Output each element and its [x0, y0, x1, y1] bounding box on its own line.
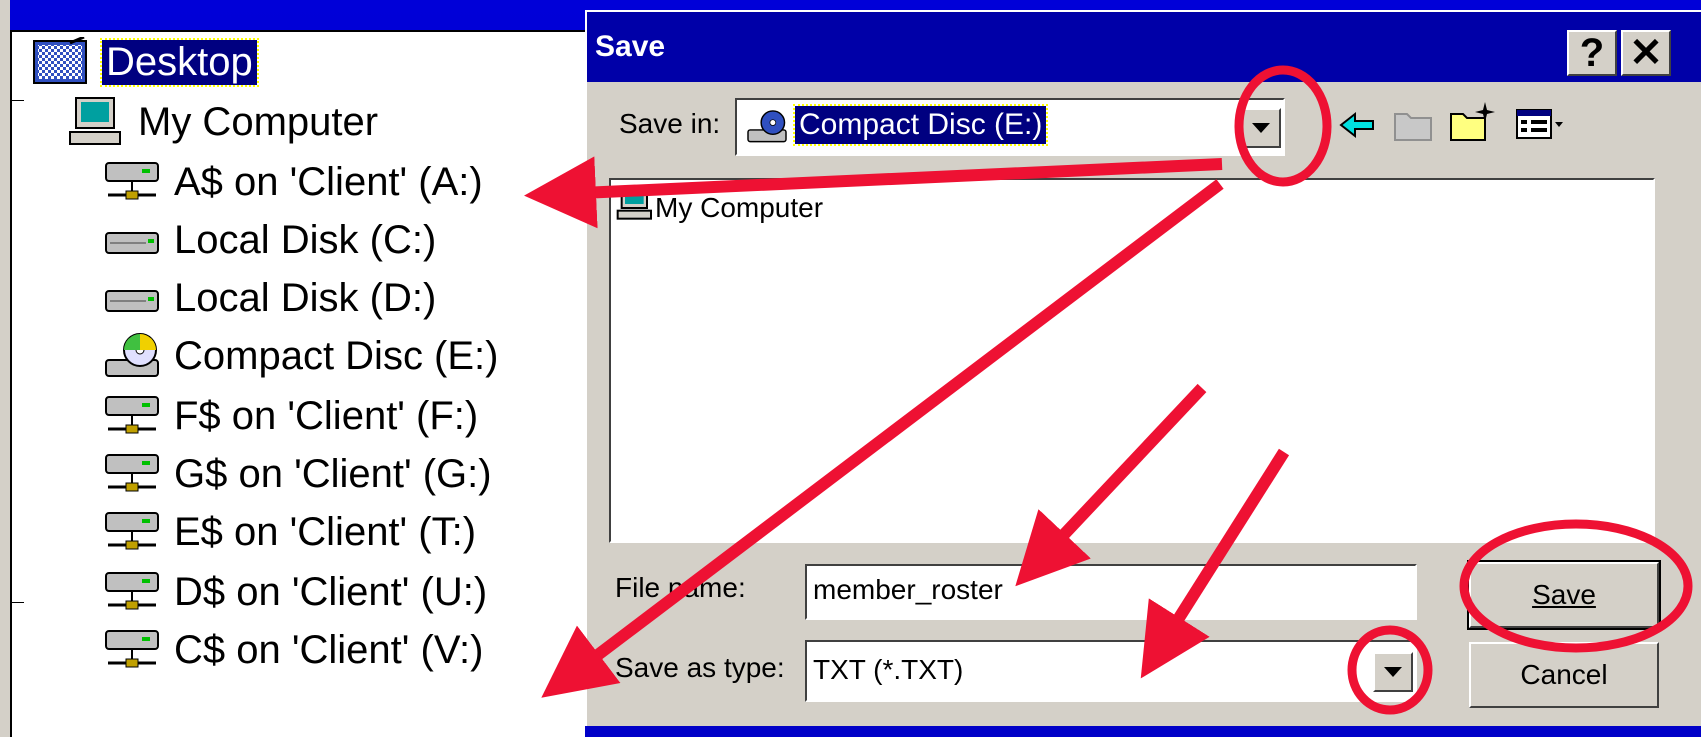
tree-item-label: A$ on 'Client' (A:) — [174, 159, 483, 204]
bottom-strip — [585, 726, 1701, 737]
cancel-button[interactable]: Cancel — [1469, 642, 1659, 708]
tree-item-label: Local Disk (C:) — [174, 217, 437, 262]
divider — [12, 100, 24, 101]
save-in-value: Compact Disc (E:) — [792, 104, 1049, 146]
tree-item-label: My Computer — [138, 99, 379, 144]
network-drive-icon — [100, 390, 164, 442]
cd-drive-icon — [745, 108, 789, 151]
tree-item-label: Local Disk (D:) — [174, 275, 437, 320]
local-disk-icon — [100, 272, 164, 324]
tree-item-label: C$ on 'Client' (V:) — [174, 627, 484, 672]
tree-item-label: F$ on 'Client' (F:) — [174, 393, 479, 438]
tree-item-a-drive[interactable]: A$ on 'Client' (A:) — [100, 154, 483, 210]
network-drive-icon — [100, 448, 164, 500]
cd-drive-icon — [100, 330, 164, 382]
tree-item-desktop[interactable]: Desktop — [28, 34, 259, 90]
tree-item-g-drive[interactable]: G$ on 'Client' (G:) — [100, 446, 492, 502]
network-drive-icon — [100, 566, 164, 618]
save-in-dropdown-button[interactable] — [1241, 108, 1281, 148]
close-icon: ✕ — [1629, 31, 1663, 75]
save-as-type-value: TXT (*.TXT) — [813, 654, 964, 685]
file-list[interactable]: My Computer — [609, 178, 1655, 543]
save-button-label: Save — [1532, 579, 1596, 610]
local-disk-icon — [100, 214, 164, 266]
title-bar: Save ? ✕ — [587, 12, 1701, 82]
tree-item-label: D$ on 'Client' (U:) — [174, 569, 488, 614]
save-in-combo[interactable]: Compact Disc (E:) — [735, 98, 1285, 156]
tree-item-label: Desktop — [100, 37, 259, 87]
view-menu-icon[interactable] — [1515, 108, 1565, 145]
save-in-label: Save in: — [619, 108, 721, 139]
list-item-label: My Computer — [655, 191, 824, 223]
tree-item-e-drive[interactable]: Compact Disc (E:) — [100, 328, 499, 384]
close-button[interactable]: ✕ — [1621, 30, 1671, 76]
chevron-down-icon — [1384, 667, 1402, 677]
save-button[interactable]: Save — [1467, 560, 1661, 630]
network-drive-icon — [100, 506, 164, 558]
tree-item-d-drive[interactable]: Local Disk (D:) — [100, 270, 436, 326]
divider — [12, 602, 24, 603]
save-as-type-dropdown-button[interactable] — [1373, 652, 1413, 692]
computer-icon — [64, 96, 128, 148]
dialog-title: Save — [595, 30, 666, 63]
tree-item-t-drive[interactable]: E$ on 'Client' (T:) — [100, 504, 476, 560]
tree-item-f-drive[interactable]: F$ on 'Client' (F:) — [100, 388, 478, 444]
tree-item-v-drive[interactable]: C$ on 'Client' (V:) — [100, 622, 483, 678]
chevron-down-icon — [1252, 123, 1270, 133]
tree-item-label: E$ on 'Client' (T:) — [174, 509, 477, 554]
help-icon: ? — [1579, 30, 1605, 75]
save-as-type-label: Save as type: — [615, 652, 785, 683]
file-name-label: File name: — [615, 572, 746, 603]
file-name-input[interactable]: member_roster — [805, 564, 1417, 620]
save-dialog: Save ? ✕ Save in: Compact Disc (E:) My C… — [585, 10, 1701, 737]
tree-item-u-drive[interactable]: D$ on 'Client' (U:) — [100, 564, 487, 620]
network-drive-icon — [100, 156, 164, 208]
network-drive-icon — [100, 624, 164, 676]
new-folder-icon[interactable] — [1449, 100, 1495, 147]
tree-left-edge — [0, 0, 10, 737]
cancel-button-label: Cancel — [1520, 659, 1608, 690]
back-icon[interactable] — [1339, 110, 1375, 145]
computer-icon — [615, 186, 655, 229]
tree-item-label: Compact Disc (E:) — [174, 333, 499, 378]
tree-item-c-drive[interactable]: Local Disk (C:) — [100, 212, 436, 268]
list-item[interactable]: My Computer — [615, 186, 823, 229]
desktop-icon — [28, 36, 92, 88]
tree-item-my-computer[interactable]: My Computer — [64, 94, 378, 150]
file-name-value: member_roster — [813, 574, 1003, 605]
help-button[interactable]: ? — [1567, 30, 1617, 76]
tree-item-label: G$ on 'Client' (G:) — [174, 451, 492, 496]
save-as-type-combo[interactable]: TXT (*.TXT) — [805, 640, 1417, 702]
up-folder-icon[interactable] — [1393, 106, 1433, 147]
save-in-dropdown-list: Desktop My Computer A$ on 'Client' (A:) … — [10, 30, 595, 737]
